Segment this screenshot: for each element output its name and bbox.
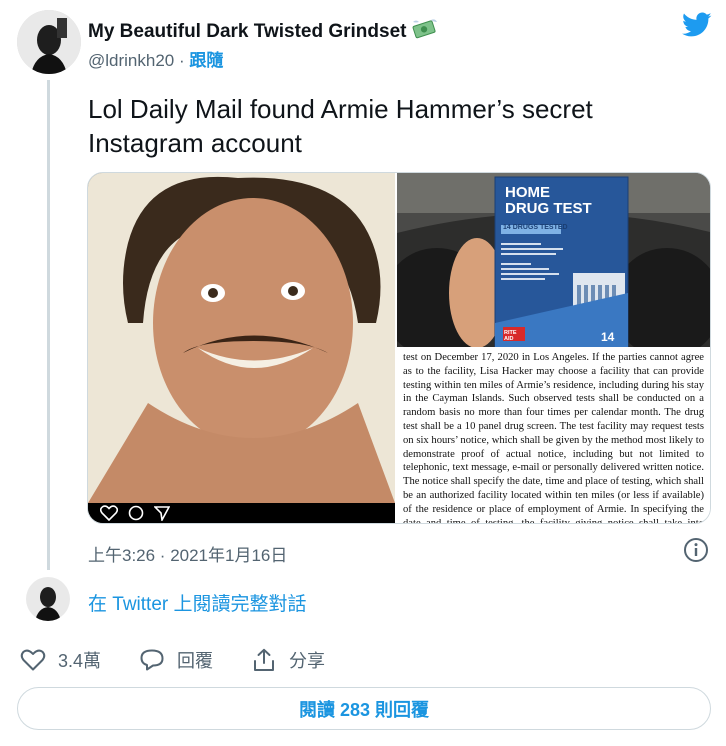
thread-connector-line xyxy=(47,80,50,570)
author-handle[interactable]: @ldrinkh20 xyxy=(88,51,174,70)
separator-dot: · xyxy=(178,51,185,70)
box-count: 14 xyxy=(601,330,615,344)
tweet-text: Lol Daily Mail found Armie Hammer’s secr… xyxy=(88,94,593,158)
home-drug-test-box-photo: HOME DRUG TEST 14 DRUGS TESTED 14 RITE A… xyxy=(397,173,710,347)
reply-button[interactable]: 回覆 xyxy=(139,647,213,673)
twitter-bird-icon[interactable] xyxy=(682,12,712,43)
selfie-photo[interactable] xyxy=(88,173,395,523)
share-button[interactable]: 分享 xyxy=(251,647,325,673)
box-subtitle: 14 DRUGS TESTED xyxy=(503,224,568,231)
author-display-name[interactable]: My Beautiful Dark Twisted Grindset xyxy=(88,18,438,46)
like-count: 3.4萬 xyxy=(58,651,102,671)
reply-label: 回覆 xyxy=(177,651,214,671)
read-replies-button[interactable]: 閱讀 283 則回覆 xyxy=(17,687,711,730)
box-store-logo: RITE AID xyxy=(504,330,517,342)
share-icon xyxy=(254,648,275,671)
money-with-wings-icon xyxy=(412,18,438,46)
instagram-action-bar xyxy=(88,503,395,523)
send-outline-icon xyxy=(154,506,170,521)
tweet-actions: 3.4萬 回覆 分享 xyxy=(20,645,363,675)
read-full-conversation-link[interactable]: 在 Twitter 上閱讀完整對話 xyxy=(88,589,307,616)
tweet-timestamp[interactable]: 上午3:26 · 2021年1月16日 xyxy=(88,541,287,566)
heart-icon xyxy=(20,649,46,671)
like-button[interactable]: 3.4萬 xyxy=(20,647,101,673)
heart-outline-icon xyxy=(100,505,118,521)
author-avatar[interactable] xyxy=(17,10,81,74)
reply-bubble-icon xyxy=(140,649,164,671)
follow-link[interactable]: 跟隨 xyxy=(189,51,223,70)
drug-test-document-image[interactable]: HOME DRUG TEST 14 DRUGS TESTED 14 RITE A… xyxy=(395,173,710,523)
share-label: 分享 xyxy=(289,651,326,671)
comment-outline-icon xyxy=(128,505,144,521)
court-document-text: test on December 17, 2020 in Los Angeles… xyxy=(403,352,704,524)
info-icon[interactable] xyxy=(683,537,709,568)
box-brand-title: HOME DRUG TEST xyxy=(505,184,592,217)
thread-avatar[interactable] xyxy=(26,577,70,621)
tweet-media[interactable]: HOME DRUG TEST 14 DRUGS TESTED 14 RITE A… xyxy=(87,172,711,524)
author-handle-row: @ldrinkh20 · 跟隨 xyxy=(88,46,223,71)
